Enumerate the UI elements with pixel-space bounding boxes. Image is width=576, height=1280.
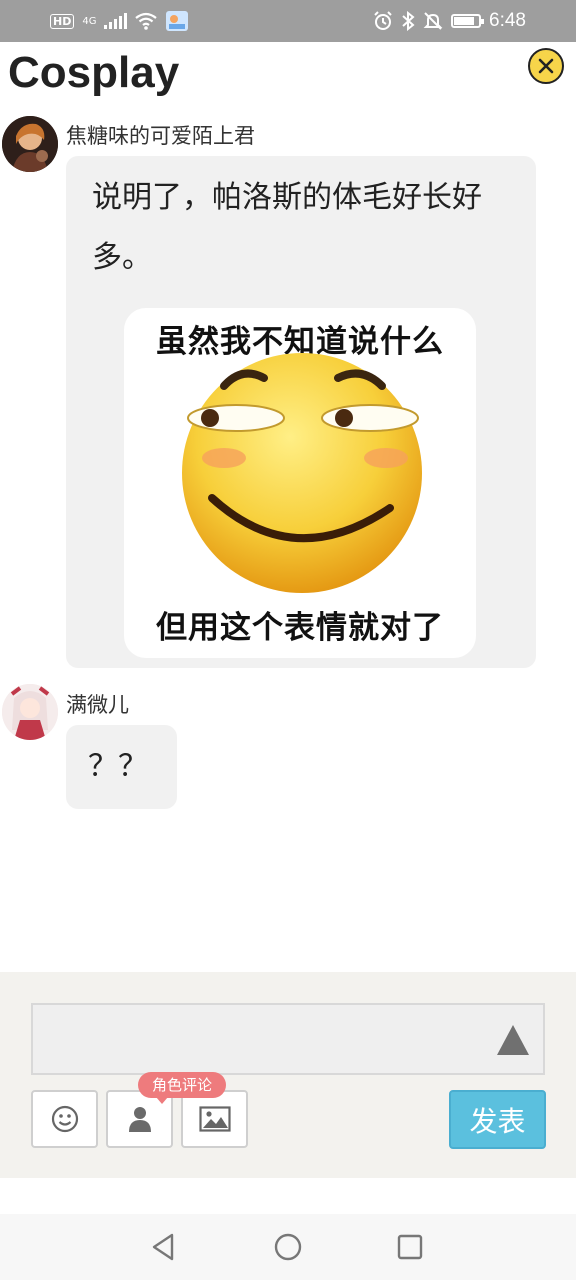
page-header: Cosplay — [0, 42, 576, 108]
back-icon[interactable] — [150, 1232, 180, 1262]
send-button[interactable]: 发表 — [449, 1090, 546, 1149]
emoji-button[interactable] — [31, 1090, 98, 1148]
avatar-image — [2, 116, 58, 172]
home-icon[interactable] — [273, 1232, 303, 1262]
message-text-line: 多。 — [92, 240, 152, 275]
network-type: 4G — [82, 16, 97, 27]
recents-icon[interactable] — [395, 1232, 425, 1262]
comment-composer: 角色评论 发表 — [0, 972, 576, 1178]
image-icon — [198, 1106, 231, 1132]
mute-icon — [423, 12, 443, 30]
role-comment-badge: 角色评论 — [138, 1072, 227, 1104]
page-title: Cosplay — [8, 48, 180, 97]
alarm-icon — [374, 11, 392, 30]
wifi-icon — [135, 12, 158, 30]
comment-input[interactable] — [31, 1003, 545, 1075]
avatar[interactable] — [2, 116, 58, 172]
message-text: 说明了，帕洛斯的体毛好长好 多。 — [66, 156, 536, 300]
image-button[interactable] — [181, 1090, 248, 1148]
battery-icon — [451, 14, 485, 28]
status-bar: HD 4G 6:48 — [0, 0, 576, 42]
sticker-image[interactable]: 虽然我不知道说什么 但用这个表情就对了 — [124, 308, 476, 658]
app-notification-icon — [166, 11, 189, 31]
system-nav-bar — [0, 1214, 576, 1280]
bluetooth-icon — [402, 11, 415, 31]
role-icon — [128, 1107, 151, 1132]
avatar[interactable] — [2, 684, 58, 740]
clock: 6:48 — [489, 10, 526, 31]
close-button[interactable] — [528, 48, 564, 84]
sticker-bottom-text: 但用这个表情就对了 — [156, 610, 444, 646]
avatar-image — [2, 684, 58, 740]
author-name[interactable]: 焦糖味的可爱陌上君 — [66, 120, 255, 150]
author-name[interactable]: 满微儿 — [66, 689, 129, 719]
status-right: 6:48 — [373, 10, 526, 32]
message-text-line: 说明了，帕洛斯的体毛好长好 — [92, 180, 482, 215]
status-left: HD 4G — [50, 10, 189, 32]
message-bubble: ？？ — [66, 725, 177, 809]
signal-icon — [104, 13, 128, 29]
emoji-icon — [51, 1105, 78, 1133]
hd-badge: HD — [50, 13, 75, 29]
triangle-up-icon[interactable] — [497, 1025, 529, 1055]
close-icon — [538, 58, 554, 74]
message-text: ？？ — [88, 749, 148, 784]
